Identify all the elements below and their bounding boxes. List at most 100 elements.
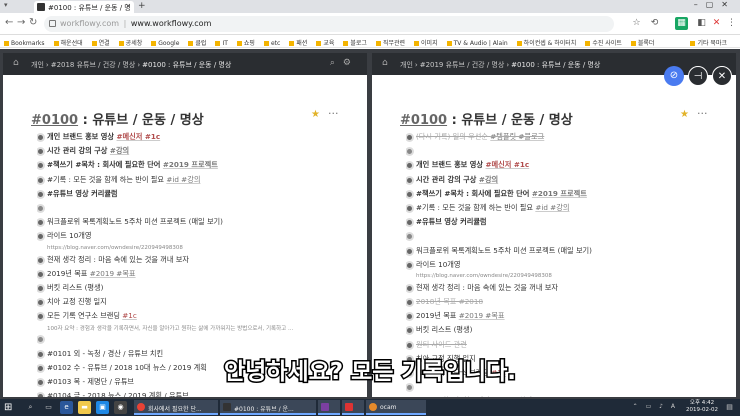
title-tag[interactable]: #0100 (31, 113, 78, 128)
forward-icon[interactable]: → (17, 17, 25, 28)
home-icon[interactable]: ⌂ (13, 58, 19, 68)
search-icon[interactable]: ⌕ (330, 58, 343, 68)
reload-icon[interactable]: ↻ (29, 17, 37, 28)
item-tag[interactable]: #id #강의 (535, 203, 569, 212)
list-item[interactable]: #책쓰기 #목차 : 회사에 필요한 단어 #2019 프로젝트 (37, 159, 357, 173)
list-item[interactable]: 버킷 리스트 (평생) (406, 324, 726, 338)
search-icon[interactable]: ⌕ (24, 401, 37, 414)
list-item[interactable] (37, 333, 357, 347)
list-item[interactable]: #유튜브 영상 커리큘럼 (406, 216, 726, 230)
item-tag[interactable]: #2019 #목표 (90, 269, 136, 278)
breadcrumb-item[interactable]: 개인 (31, 61, 44, 69)
item-tag[interactable]: #2019 #목표 (459, 311, 505, 320)
new-tab-button[interactable]: + (138, 1, 146, 11)
item-tag[interactable]: #1c (122, 311, 137, 320)
task-ocam[interactable]: ocam (366, 400, 426, 415)
list-item[interactable]: 워크플로위 목록계획노트 5주차 미션 프로젝트 (매일 보기) (37, 216, 357, 230)
task-chrome[interactable]: 회사에서 필요한 단... (134, 400, 218, 415)
list-item[interactable]: 2019년 목표 #2019 #목표 (406, 310, 726, 324)
list-item[interactable]: 시간 관리 강의 구상 #강의 (406, 174, 726, 188)
breadcrumb-item[interactable]: #2018 유튜브 / 건강 / 명상 (51, 61, 136, 69)
system-tray[interactable]: ⌃ ▭ ♪ A (633, 403, 678, 410)
task-onenote[interactable] (318, 400, 340, 415)
window-controls[interactable]: –▢✕ (694, 0, 736, 9)
star-icon[interactable]: ☆ (630, 17, 643, 30)
list-item[interactable]: 원티 사이드 관련 (406, 339, 726, 353)
list-item[interactable]: #0101 화 - 녹청 / 경산 / 유튜브 치킨 (406, 395, 726, 397)
list-item[interactable]: #책쓰기 #목차 : 회사에 필요한 단어 #2019 프로젝트 (406, 188, 726, 202)
list-item[interactable]: 현재 생각 정리 : 마음 속에 있는 것을 꺼내 보자 (37, 254, 357, 268)
menu-icon[interactable]: ⋮ (725, 17, 738, 30)
bookmark-item[interactable]: IT (215, 40, 227, 47)
bookmark-item[interactable]: 공세창 (119, 38, 143, 47)
folder-icon[interactable]: ▬ (78, 401, 91, 414)
task-workflowy[interactable]: #0100 : 유튜브 / 운... (220, 400, 316, 415)
item-tag[interactable]: #메신저 #1c (117, 132, 161, 141)
title-tag[interactable]: #0100 (400, 113, 447, 128)
list-item[interactable] (406, 145, 726, 159)
bookmark-item[interactable]: etc (264, 40, 280, 47)
list-item[interactable]: 버킷 리스트 (평생) (37, 282, 357, 296)
list-item[interactable]: #기록 : 모든 것을 함께 하는 반이 필요 #id #강의 (406, 202, 726, 216)
bookmark-item[interactable]: 수진 사이트 (585, 38, 622, 47)
notification-center-icon[interactable]: ▤ (723, 401, 736, 414)
page-title[interactable]: #0100 : 유튜브 / 운동 / 명상 (400, 109, 573, 128)
list-item[interactable]: #기록 : 모든 것을 함께 하는 반이 필요 #id #강의 (37, 174, 357, 188)
list-item[interactable]: 개인 브랜드 홍보 영상 #메신저 #1c (37, 131, 357, 145)
bookmark-item[interactable]: 블록더 (631, 38, 655, 47)
item-tag[interactable]: #id #강의 (166, 175, 200, 184)
list-item[interactable]: #0104 금 - 2018 뉴스 / 2019 계획 / 유튜브 (37, 390, 357, 397)
bookmark-item[interactable]: Google (151, 40, 179, 47)
bookmark-item[interactable]: 교육 (316, 38, 334, 47)
back-arrow-icon[interactable]: ⟲ (648, 17, 661, 30)
other-bookmarks[interactable]: 기타 북마크 (690, 38, 727, 47)
bookmark-item[interactable]: 연결 (92, 38, 110, 47)
item-tag[interactable]: #2019 프로젝트 (163, 160, 218, 169)
item-tag[interactable]: #강의 (110, 146, 129, 155)
home-icon[interactable]: ⌂ (382, 58, 388, 68)
back-icon[interactable]: ← (5, 17, 13, 28)
chrome-icon[interactable]: ◉ (114, 401, 127, 414)
list-item[interactable]: 라이트 10개영 (37, 230, 357, 244)
bookmark-item[interactable]: 이미지 (414, 38, 438, 47)
list-item[interactable]: 시간 관리 강의 구상 #강의 (37, 145, 357, 159)
list-item[interactable]: 2018년 목표 #2018 (406, 296, 726, 310)
windows-start-icon[interactable]: ⊞ (4, 402, 12, 413)
list-item[interactable]: 치아 교정 진행 일지 (37, 296, 357, 310)
item-tag[interactable]: #템플릿 #블로그 (490, 132, 544, 141)
list-item[interactable]: 현재 생각 정리 : 마음 속에 있는 것을 꺼내 보자 (406, 282, 726, 296)
item-tag[interactable]: #메신저 #1c (486, 160, 530, 169)
profile-icon[interactable]: ◧ (695, 17, 708, 30)
item-tag[interactable]: #2019 프로젝트 (532, 189, 587, 198)
gear-icon[interactable]: ⚙ (343, 58, 359, 68)
bookmark-item[interactable]: 쇼핑 (237, 38, 255, 47)
clock[interactable]: 오후 4:42 2019-02-02 (686, 400, 718, 414)
list-item[interactable]: 워크플로위 목록계획노트 5주차 미션 프로젝트 (매일 보기) (406, 245, 726, 259)
breadcrumb-item[interactable]: 개인 (400, 61, 413, 69)
star-icon[interactable]: ★ (680, 109, 689, 120)
list-item[interactable]: (다시 기록) 일의 우선순 #템플릿 #블로그 (406, 131, 726, 145)
page-title[interactable]: #0100 : 유튜브 / 운동 / 명상 (31, 109, 204, 128)
star-icon[interactable]: ★ (311, 109, 320, 120)
bookmark-item[interactable]: 클럽 (188, 38, 206, 47)
bookmark-item[interactable]: 블로그 (343, 38, 367, 47)
task-view-icon[interactable]: ▭ (42, 401, 55, 414)
tab-close-icon[interactable]: × (125, 2, 131, 10)
item-tag[interactable]: #강의 (479, 175, 498, 184)
bookmark-item[interactable]: 하이컨셉 & 하이터치 (517, 38, 577, 47)
list-item[interactable] (37, 202, 357, 216)
list-item[interactable]: 개인 브랜드 홍보 영상 #메신저 #1c (406, 159, 726, 173)
bookmark-item[interactable]: Bookmarks (4, 40, 45, 47)
extension-icon[interactable]: ▦ (675, 17, 688, 30)
tab-menu-icon[interactable]: ▾ (4, 1, 8, 9)
bookmark-item[interactable]: 패션 (289, 38, 307, 47)
address-bar[interactable]: workflowy.com | www.workflowy.com (44, 16, 614, 32)
edge-icon[interactable]: e (60, 401, 73, 414)
list-item[interactable]: 2019년 목표 #2019 #목표 (37, 268, 357, 282)
list-item[interactable]: 라이트 10개영 (406, 259, 726, 273)
bookmark-item[interactable]: 해운선대 (54, 38, 83, 47)
breadcrumb-item[interactable]: #2019 유튜브 / 건강 / 명상 (420, 61, 505, 69)
task-acrobat[interactable] (342, 400, 364, 415)
list-item[interactable]: 모든 기록 연구소 브랜딩 #1c (37, 310, 357, 324)
notification-icon[interactable]: ✕ (710, 17, 723, 30)
